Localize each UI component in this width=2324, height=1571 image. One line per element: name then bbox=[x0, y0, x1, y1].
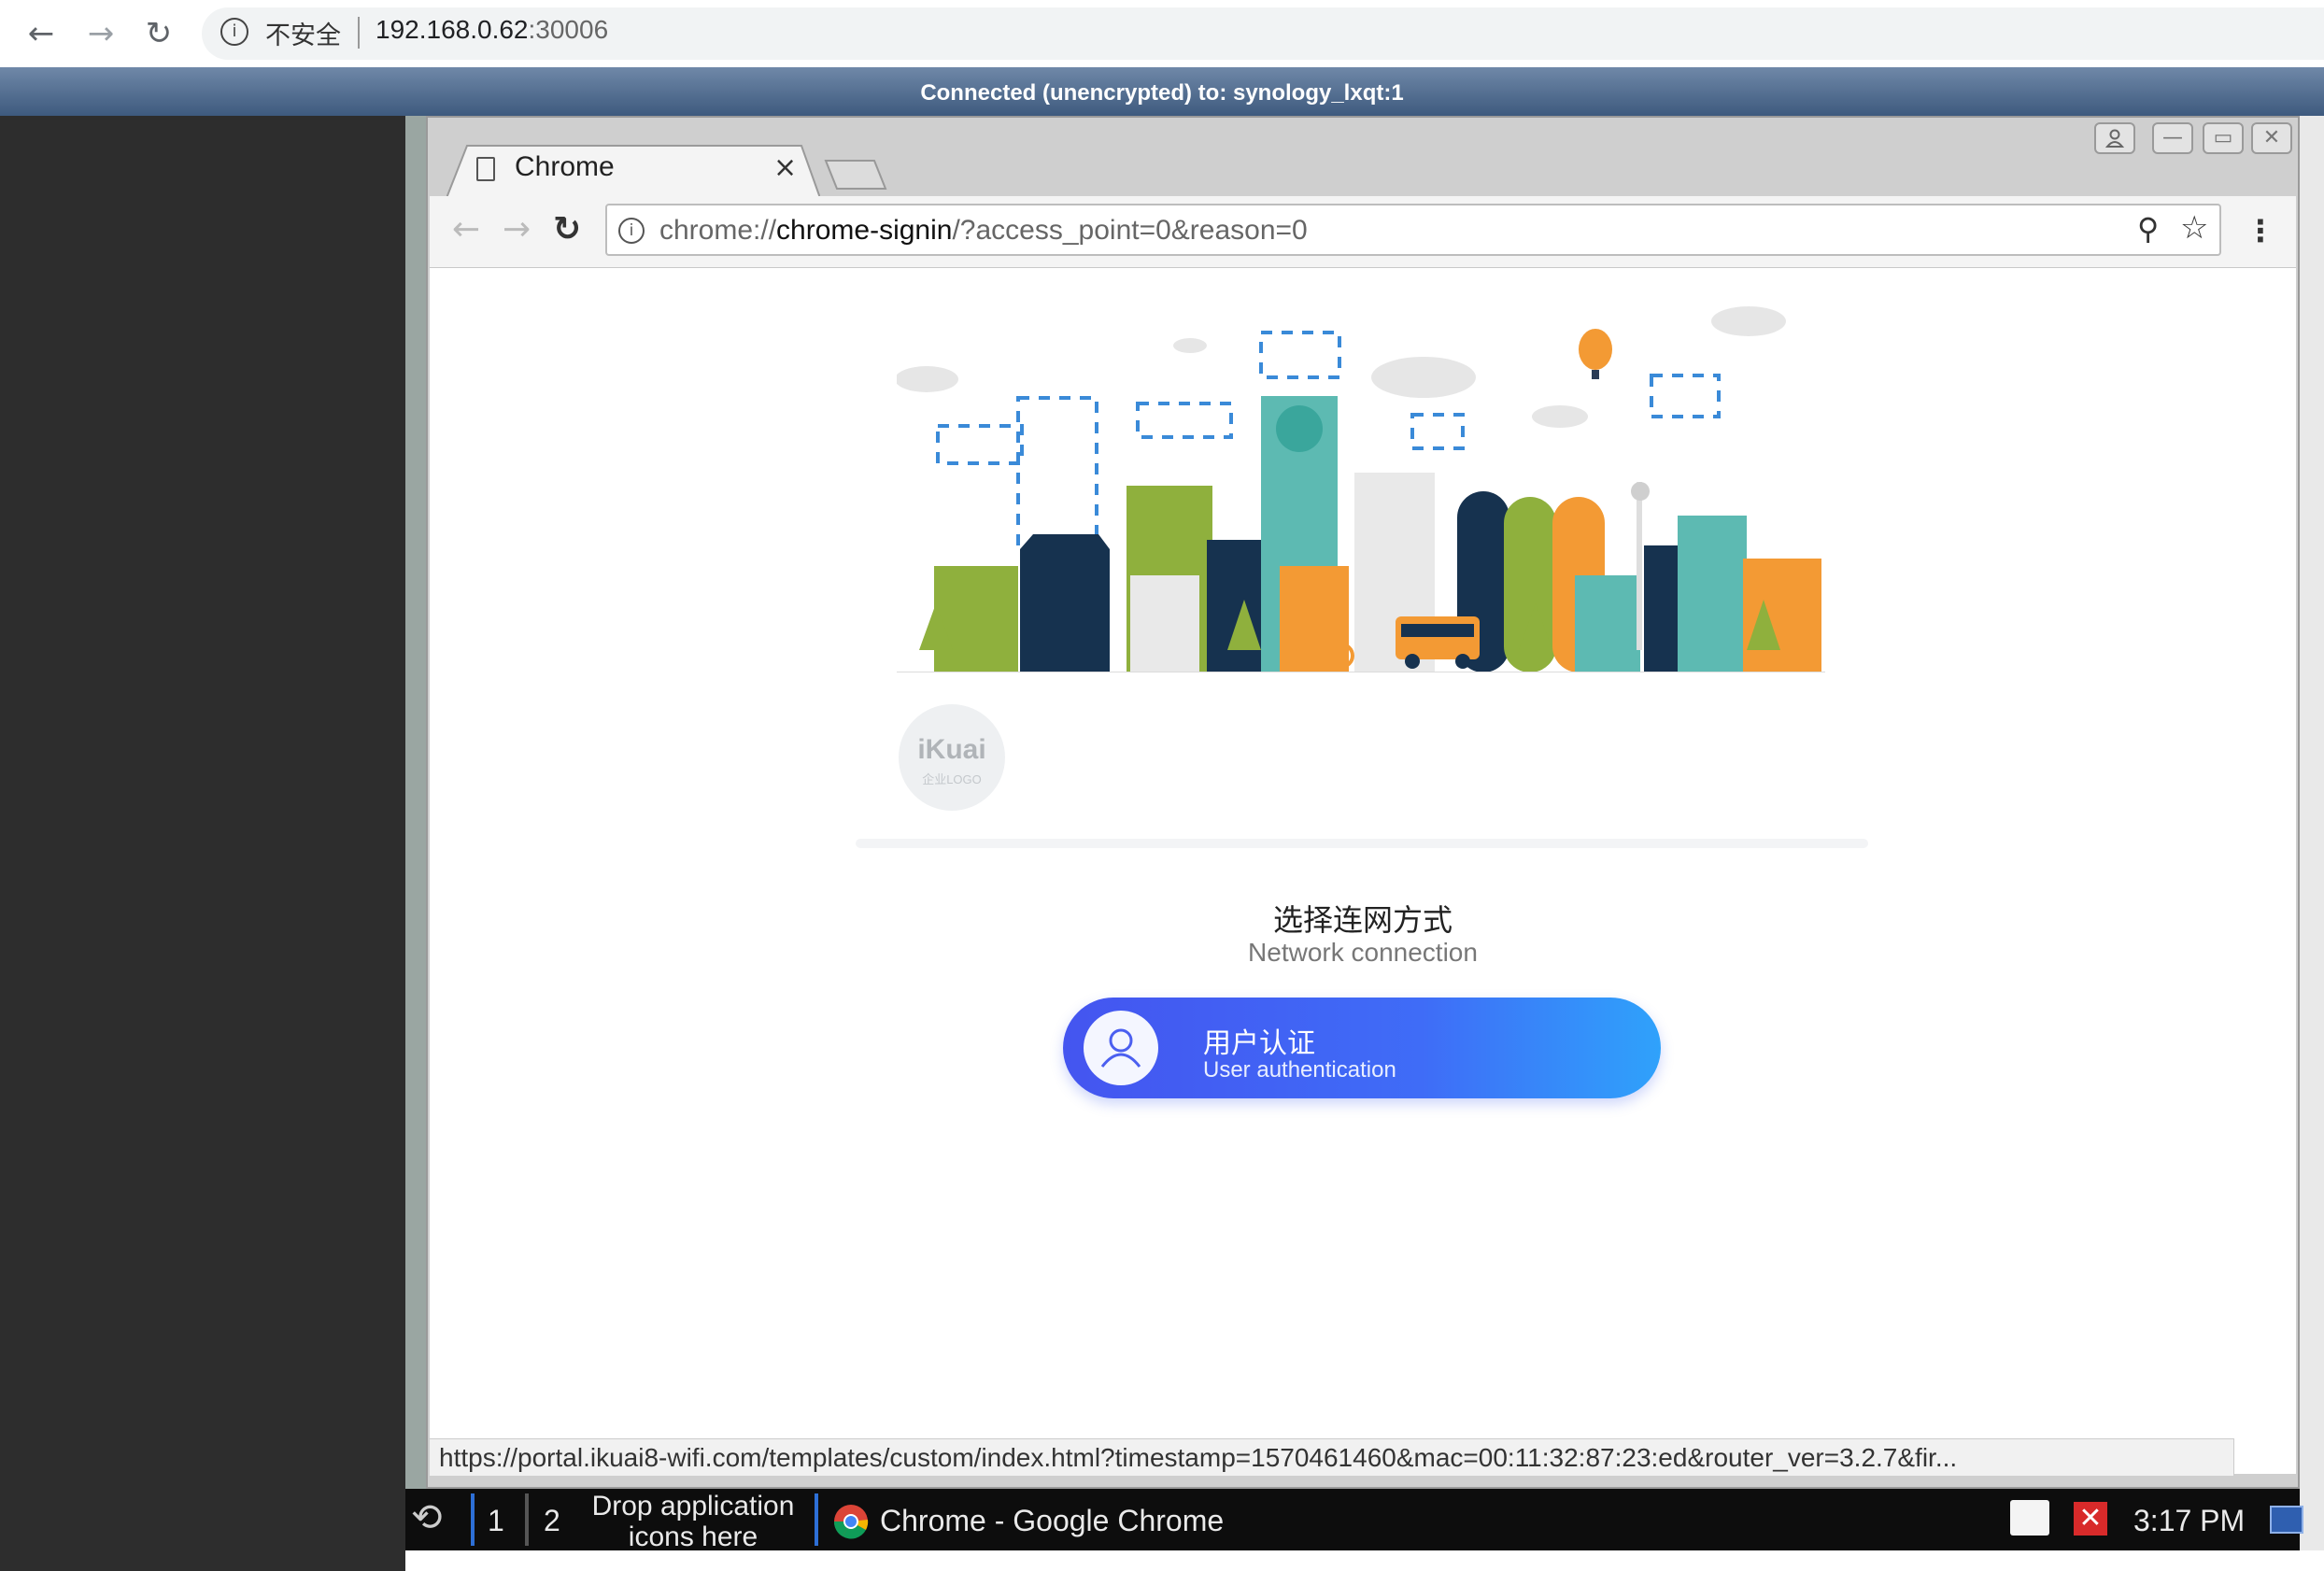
city-illustration bbox=[897, 306, 1825, 672]
reload-icon[interactable]: ↻ bbox=[553, 211, 581, 248]
workspace-1-button[interactable]: 1 bbox=[488, 1504, 504, 1538]
url-scheme: chrome:// bbox=[659, 215, 777, 246]
bookmark-star-icon[interactable]: ☆ bbox=[2180, 209, 2208, 247]
address-separator bbox=[358, 17, 360, 49]
url-path: /?access_point=0&reason=0 bbox=[952, 215, 1308, 246]
url-host: 192.168.0.62 bbox=[376, 15, 529, 44]
auth-button-label: 用户认证 bbox=[1203, 1028, 1315, 1059]
taskbar-window-button[interactable]: Chrome - Google Chrome bbox=[880, 1504, 1224, 1538]
profile-icon[interactable] bbox=[2094, 122, 2135, 154]
info-icon[interactable]: i bbox=[220, 18, 248, 46]
section-divider bbox=[856, 839, 1868, 848]
tab-close-icon[interactable]: × bbox=[773, 151, 797, 184]
page-title: 选择连网方式 bbox=[1272, 903, 1452, 937]
taskbar-separator bbox=[471, 1493, 475, 1546]
desktop-background bbox=[0, 116, 405, 1571]
drop-hint-line1: Drop application bbox=[591, 1491, 795, 1521]
forward-icon[interactable]: → bbox=[503, 211, 531, 248]
security-label: 不安全 bbox=[265, 21, 341, 50]
outer-url[interactable]: 192.168.0.62:30006 bbox=[376, 15, 608, 45]
error-tray-icon[interactable]: ✕ bbox=[2074, 1502, 2107, 1536]
address-text[interactable]: chrome://chrome-signin/?access_point=0&r… bbox=[659, 215, 1308, 247]
notes-tray-icon[interactable] bbox=[2010, 1500, 2049, 1536]
taskbar-clock[interactable]: 3:17 PM bbox=[2133, 1504, 2245, 1538]
site-info-icon[interactable]: i bbox=[618, 218, 645, 244]
desktop-edge bbox=[405, 116, 428, 1489]
taskbar-separator bbox=[815, 1493, 818, 1546]
logo-text: iKuai bbox=[917, 734, 986, 765]
auth-button-sublabel: User authentication bbox=[1203, 1057, 1396, 1083]
user-icon bbox=[1084, 1011, 1158, 1085]
tab-title: Chrome bbox=[515, 151, 615, 182]
menu-dots-icon[interactable]: ⋮ bbox=[2246, 213, 2275, 248]
url-host: chrome-signin bbox=[776, 215, 953, 246]
logo-subtext: 企业LOGO bbox=[922, 772, 982, 786]
chrome-logo-icon bbox=[833, 1505, 869, 1539]
workspace-2-button[interactable]: 2 bbox=[544, 1504, 560, 1538]
tab-chrome[interactable] bbox=[446, 144, 820, 198]
vnc-status-bar: Connected (unencrypted) to: synology_lxq… bbox=[0, 67, 2324, 116]
url-port: :30006 bbox=[528, 15, 609, 44]
status-bubble-url: https://portal.ikuai8-wifi.com/templates… bbox=[430, 1438, 2234, 1476]
taskbar-separator bbox=[525, 1493, 529, 1546]
minimize-icon[interactable]: — bbox=[2152, 122, 2193, 154]
lxqt-menu-icon[interactable]: ⟲ bbox=[411, 1496, 443, 1539]
back-icon[interactable]: ← bbox=[452, 211, 480, 248]
maximize-icon[interactable]: ▭ bbox=[2203, 122, 2244, 154]
zoom-icon[interactable]: ⚲ bbox=[2137, 211, 2159, 247]
page-subtitle: Network connection bbox=[1248, 938, 1478, 967]
document-icon bbox=[476, 157, 495, 181]
show-desktop-icon[interactable] bbox=[2270, 1506, 2303, 1534]
reload-icon[interactable]: ↻ bbox=[140, 15, 177, 52]
viewer-bottom-margin bbox=[405, 1550, 2324, 1571]
quicklaunch-drop-zone[interactable]: Drop application icons here bbox=[572, 1491, 815, 1552]
new-tab-button[interactable] bbox=[822, 155, 889, 192]
desktop-edge-right bbox=[2300, 116, 2324, 1571]
forward-arrow-icon[interactable]: → bbox=[82, 15, 120, 52]
drop-hint-line2: icons here bbox=[628, 1521, 758, 1552]
back-arrow-icon[interactable]: ← bbox=[22, 15, 60, 52]
close-window-icon[interactable]: ✕ bbox=[2251, 122, 2292, 154]
